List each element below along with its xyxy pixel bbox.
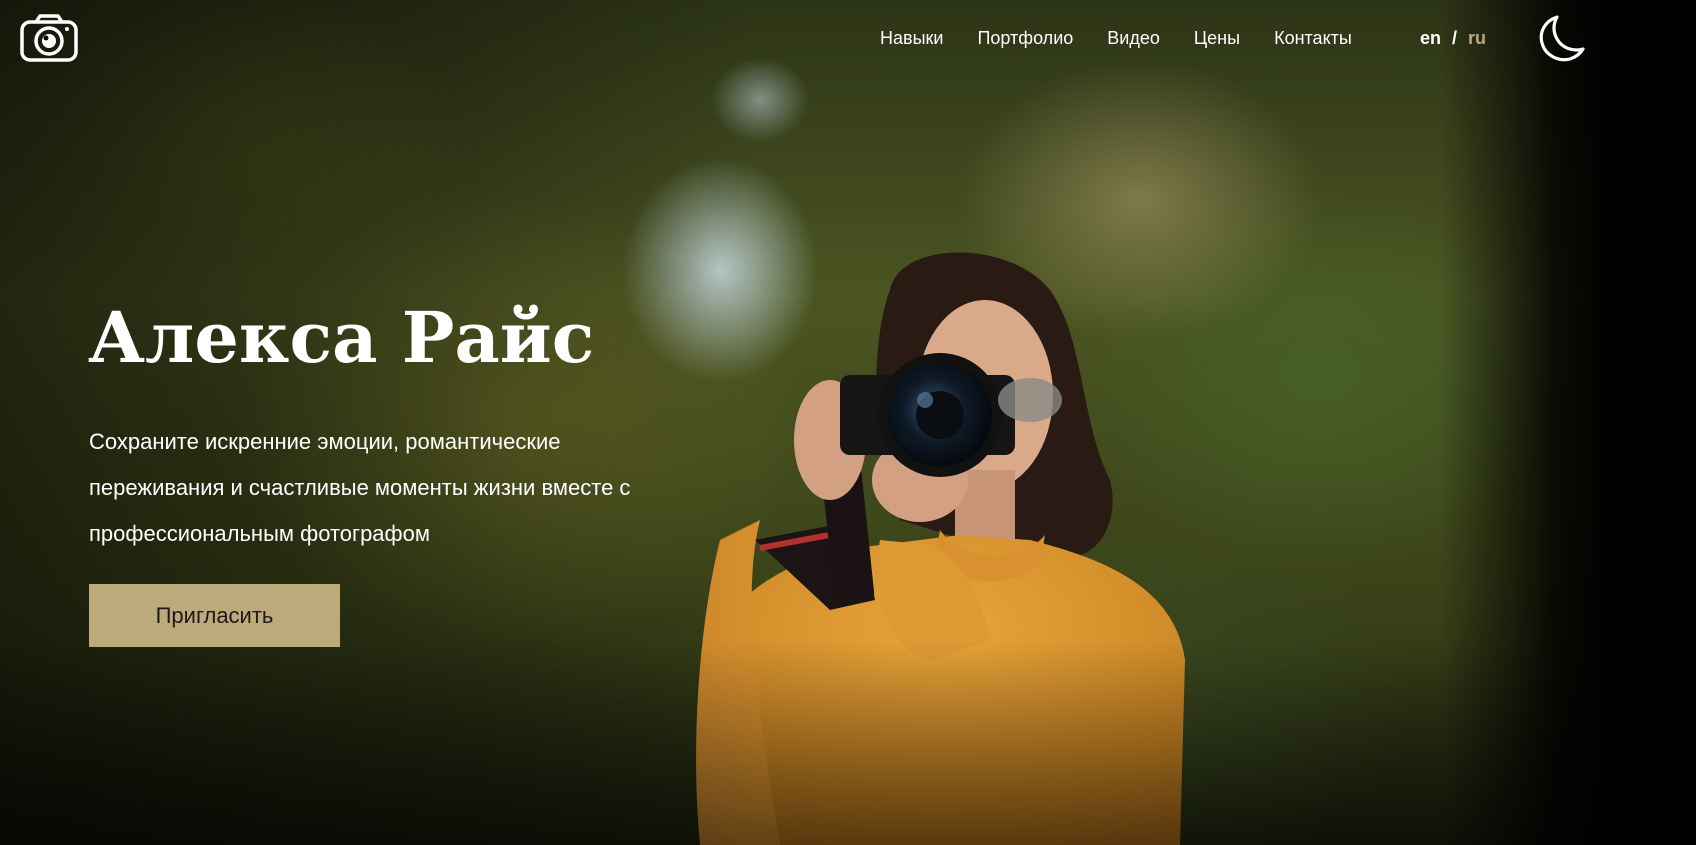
nav-link-prices[interactable]: Цены (1194, 24, 1240, 52)
main-nav: Навыки Портфолио Видео Цены Контакты (880, 24, 1386, 52)
moon-icon (1539, 15, 1585, 62)
logo-link[interactable] (20, 14, 78, 62)
language-switcher: en / ru (1420, 24, 1486, 52)
nav-link-contacts[interactable]: Контакты (1274, 24, 1352, 52)
hero-overlay-right (1440, 0, 1696, 845)
hero-section: Навыки Портфолио Видео Цены Контакты en /… (0, 0, 1696, 845)
lang-en-button[interactable]: en (1420, 28, 1441, 48)
nav-link-video[interactable]: Видео (1107, 24, 1160, 52)
lang-separator: / (1452, 28, 1458, 48)
nav-link-portfolio[interactable]: Портфолио (977, 24, 1073, 52)
lang-ru-button[interactable]: ru (1468, 28, 1486, 48)
camera-icon (20, 14, 78, 62)
hero-subtitle: Сохраните искренние эмоции, романтически… (89, 429, 631, 546)
invite-button[interactable]: Пригласить (89, 584, 340, 647)
theme-toggle-button[interactable] (1535, 14, 1585, 62)
nav-link-skills[interactable]: Навыки (880, 24, 943, 52)
site-header: Навыки Портфолио Видео Цены Контакты en /… (0, 0, 1696, 76)
hero-title: Алекса Райс (88, 296, 595, 379)
